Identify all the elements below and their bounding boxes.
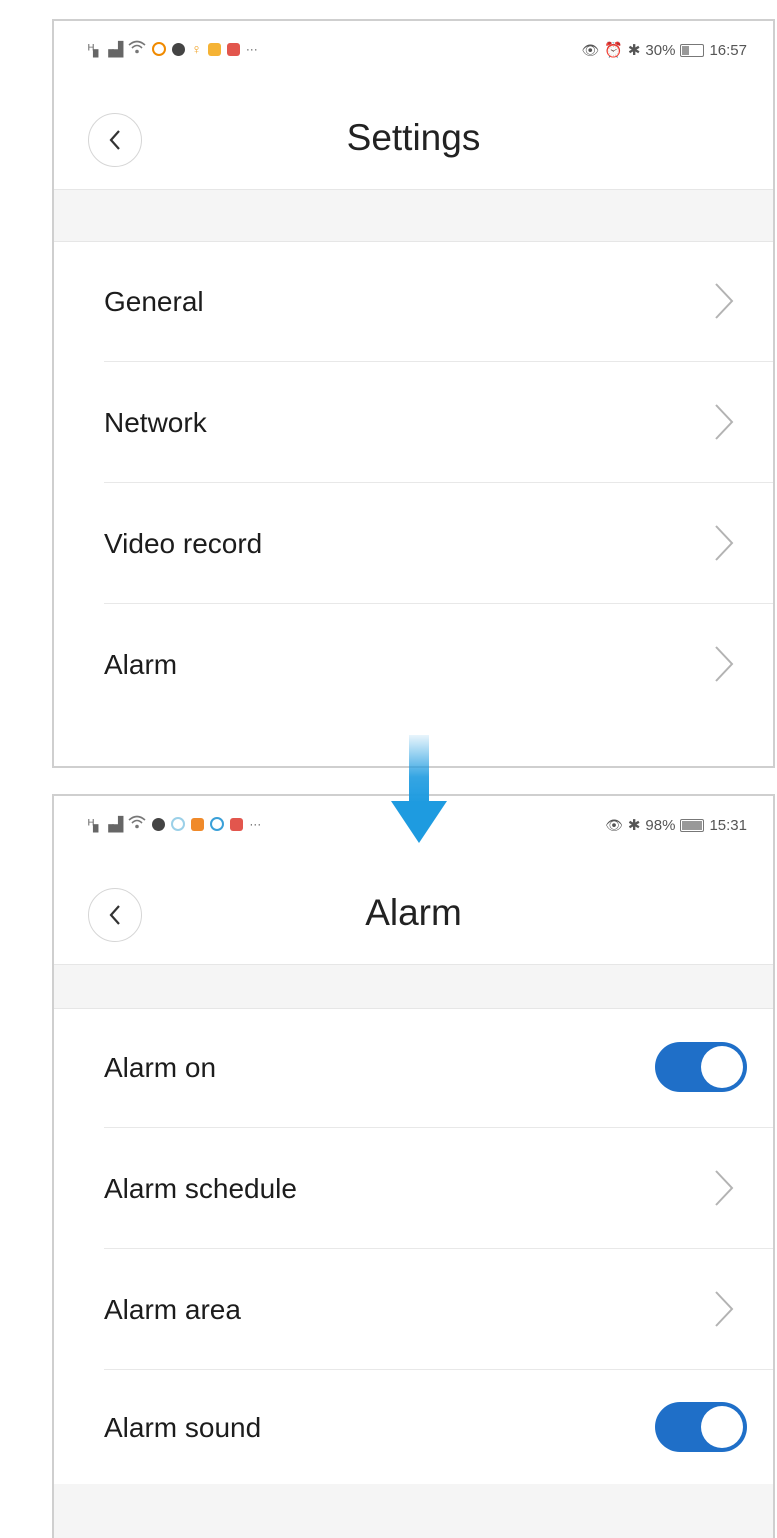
alarm-screen: ᴴ▖▗▟ ··· 👁 ✱ 98% 15:31 Alarm Alarm on Al… [52, 794, 775, 1538]
cell-signal-icon: ᴴ▖▗▟ [88, 815, 123, 832]
page-title: Alarm [365, 892, 462, 933]
bluetooth-icon: ✱ [627, 42, 641, 59]
app-header: Alarm [54, 858, 773, 964]
bottom-spacer [54, 1484, 773, 1538]
status-bar: ᴴ▖▗▟ ♀ ··· 👁 ⏰ ✱ 30% 16:57 [54, 21, 773, 83]
chevron-right-icon [715, 283, 734, 319]
app-notification-icon [210, 817, 225, 831]
status-bar-left: ᴴ▖▗▟ ··· [88, 814, 261, 834]
chat-icon [152, 817, 166, 831]
eye-comfort-icon: 👁 [581, 41, 600, 58]
toggle-knob [701, 1406, 743, 1448]
chevron-right-icon [715, 525, 734, 561]
alarm-schedule-label: Alarm schedule [104, 1173, 297, 1204]
more-notifications-icon: ··· [249, 817, 262, 831]
location-icon: ♀ [191, 41, 202, 57]
alarm-sound-row: Alarm sound [54, 1367, 773, 1488]
alarm-area-label: Alarm area [104, 1294, 241, 1325]
settings-screen: ᴴ▖▗▟ ♀ ··· 👁 ⏰ ✱ 30% 16:57 Settings Gene… [52, 19, 775, 768]
alarm-clock-icon: ⏰ [604, 42, 623, 59]
app-icon [207, 42, 221, 56]
alarm-on-row: Alarm on [54, 1007, 773, 1128]
cell-signal-icon: ᴴ▖▗▟ [88, 40, 123, 57]
settings-item-label: General [104, 286, 204, 317]
alarm-sound-label: Alarm sound [104, 1412, 262, 1443]
page-title: Settings [346, 117, 481, 158]
battery-icon [680, 818, 705, 832]
chevron-right-icon [715, 1291, 734, 1327]
app-notification-icon [152, 42, 167, 56]
status-bar-left: ᴴ▖▗▟ ♀ ··· [88, 39, 258, 59]
status-time: 15:31 [709, 816, 747, 834]
settings-item-general[interactable]: General [54, 241, 773, 362]
settings-item-label: Video record [104, 528, 263, 559]
alarm-area-row[interactable]: Alarm area [54, 1249, 773, 1370]
app-icon [191, 817, 205, 831]
settings-item-label: Network [104, 407, 207, 438]
app-icon [226, 42, 240, 56]
battery-percent: 30% [645, 41, 676, 59]
alarm-on-toggle[interactable] [655, 1042, 747, 1092]
section-spacer [54, 189, 773, 242]
settings-item-alarm[interactable]: Alarm [54, 604, 773, 725]
chevron-right-icon [715, 646, 734, 682]
toggle-knob [701, 1046, 743, 1088]
more-notifications-icon: ··· [245, 42, 258, 56]
wifi-icon [128, 39, 146, 59]
app-icon [230, 817, 244, 831]
bluetooth-icon: ✱ [627, 817, 641, 834]
app-notification-icon [171, 817, 186, 831]
status-bar-right: 👁 ⏰ ✱ 30% 16:57 [581, 41, 747, 60]
settings-item-video-record[interactable]: Video record [54, 483, 773, 604]
battery-percent: 98% [645, 816, 676, 834]
status-bar-right: 👁 ✱ 98% 15:31 [605, 816, 747, 835]
alarm-sound-toggle[interactable] [655, 1402, 747, 1452]
wifi-icon [128, 814, 146, 834]
alarm-schedule-row[interactable]: Alarm schedule [54, 1128, 773, 1249]
section-spacer [54, 964, 773, 1009]
battery-icon [680, 43, 705, 57]
settings-item-label: Alarm [104, 649, 178, 680]
chevron-right-icon [715, 1170, 734, 1206]
alarm-on-label: Alarm on [104, 1052, 217, 1083]
app-header: Settings [54, 83, 773, 189]
status-time: 16:57 [709, 41, 747, 59]
chat-icon [172, 42, 186, 56]
eye-comfort-icon: 👁 [605, 816, 623, 833]
arrow-down-icon [391, 735, 447, 843]
chevron-right-icon [715, 404, 734, 440]
settings-item-network[interactable]: Network [54, 362, 773, 483]
